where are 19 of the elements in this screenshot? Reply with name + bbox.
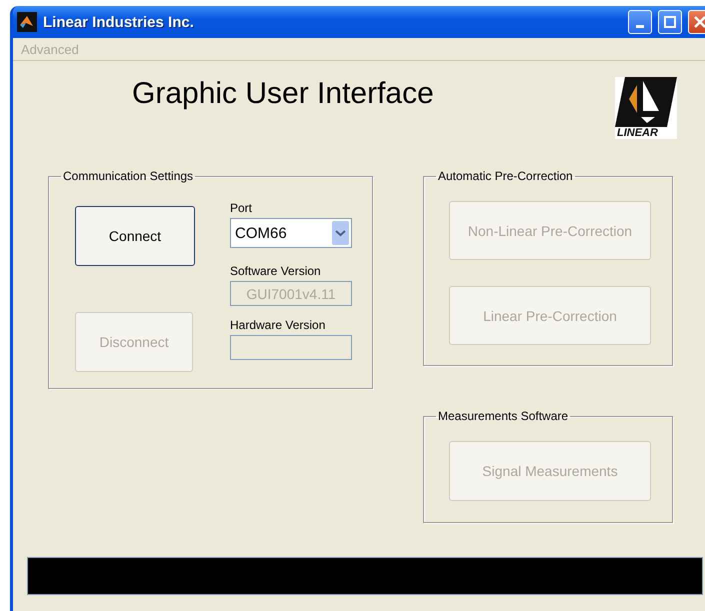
- minimize-icon: [636, 24, 644, 28]
- app-icon: [17, 12, 37, 32]
- maximize-icon: [664, 16, 676, 28]
- close-icon: [694, 16, 705, 28]
- group-title: Measurements Software: [437, 409, 570, 423]
- port-dropdown[interactable]: COM66: [230, 218, 352, 248]
- logo: LINEAR: [615, 77, 677, 139]
- hardware-version-field[interactable]: [230, 335, 352, 360]
- close-button[interactable]: [688, 10, 705, 34]
- field-label: Software Version: [230, 264, 322, 278]
- field-label: Hardware Version: [230, 318, 326, 332]
- connect-button[interactable]: Connect: [75, 206, 195, 266]
- group-title: Communication Settings: [62, 169, 194, 183]
- field-label: Port: [230, 201, 254, 215]
- group-title: Automatic Pre-Correction: [437, 169, 574, 183]
- minimize-button[interactable]: [628, 10, 652, 34]
- window-title: Linear Industries Inc.: [43, 14, 195, 30]
- maximize-button[interactable]: [658, 10, 682, 34]
- page-title: Graphic User Interface: [132, 77, 435, 111]
